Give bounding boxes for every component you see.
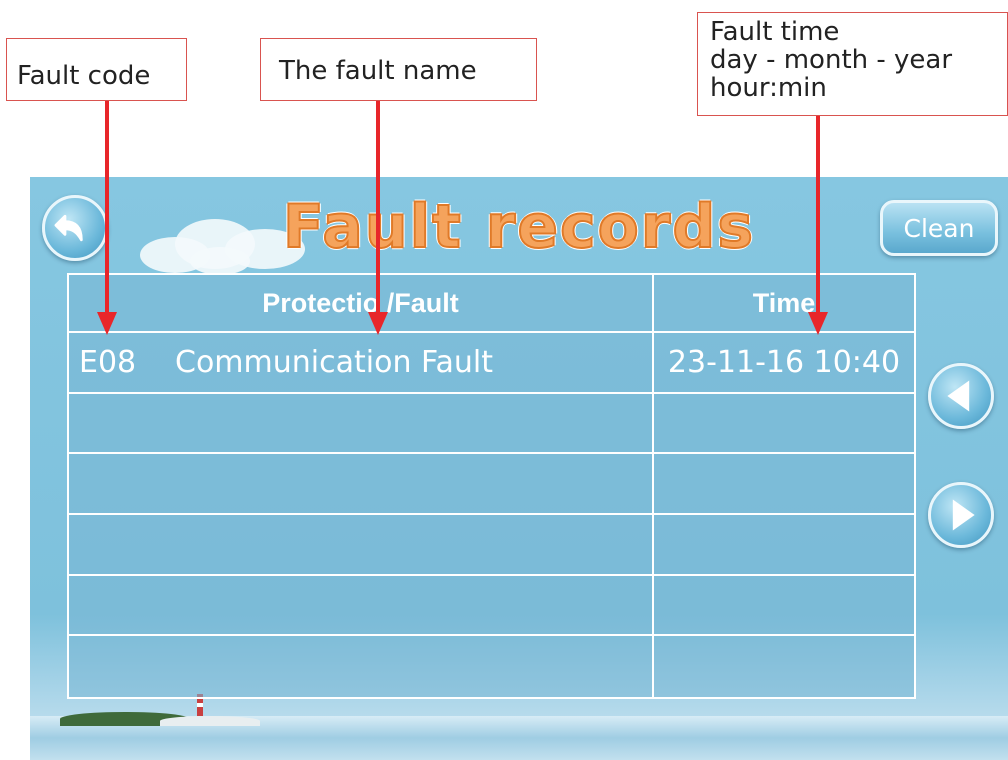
previous-page-button[interactable] bbox=[928, 363, 994, 429]
triangle-right-icon bbox=[952, 499, 975, 531]
table-row-2-time[interactable] bbox=[654, 394, 914, 455]
table-row-1-time[interactable]: 23-11-16 10:40 bbox=[654, 333, 914, 394]
table-row-2-fault[interactable] bbox=[69, 393, 654, 455]
table-row-3-fault[interactable] bbox=[69, 454, 654, 515]
triangle-left-icon bbox=[947, 380, 970, 412]
fault-code: E08 bbox=[79, 344, 137, 380]
device-screen: Fault records Clean Protectio /Fault Tim… bbox=[30, 177, 1008, 760]
fault-time-callout-line-2: day - month - year bbox=[710, 45, 953, 75]
fault-name-callout: The fault name bbox=[260, 38, 537, 101]
table-row-6-fault[interactable] bbox=[69, 636, 654, 697]
fault-time-callout-line-3: hour:min bbox=[710, 73, 827, 103]
fault-code-callout-text: Fault code bbox=[17, 61, 151, 91]
table-row-6-time[interactable] bbox=[654, 636, 914, 697]
fault-code-callout: Fault code bbox=[6, 38, 187, 101]
page-title: Fault records bbox=[282, 191, 756, 263]
table-row-4-time[interactable] bbox=[654, 515, 914, 576]
header-time: Time bbox=[654, 275, 914, 333]
fault-name-callout-text: The fault name bbox=[279, 56, 477, 86]
fault-time-callout: Fault time day - month - year hour:min bbox=[697, 12, 1008, 116]
header-protection-fault: Protectio /Fault bbox=[69, 275, 654, 333]
rock-decoration bbox=[160, 716, 260, 726]
fault-time-callout-line-1: Fault time bbox=[710, 17, 840, 47]
clean-button[interactable]: Clean bbox=[880, 200, 998, 256]
fault-name: Communication Fault bbox=[175, 344, 493, 380]
table-row-5-fault[interactable] bbox=[69, 575, 654, 637]
next-page-button[interactable] bbox=[928, 482, 994, 548]
table-row-4-fault[interactable] bbox=[69, 515, 654, 576]
fault-records-table: Protectio /Fault Time E08 Communication … bbox=[67, 273, 916, 699]
table-row-3-time[interactable] bbox=[654, 454, 914, 515]
table-row-5-time[interactable] bbox=[654, 576, 914, 637]
table-row-1-fault[interactable]: E08 Communication Fault bbox=[69, 333, 654, 394]
